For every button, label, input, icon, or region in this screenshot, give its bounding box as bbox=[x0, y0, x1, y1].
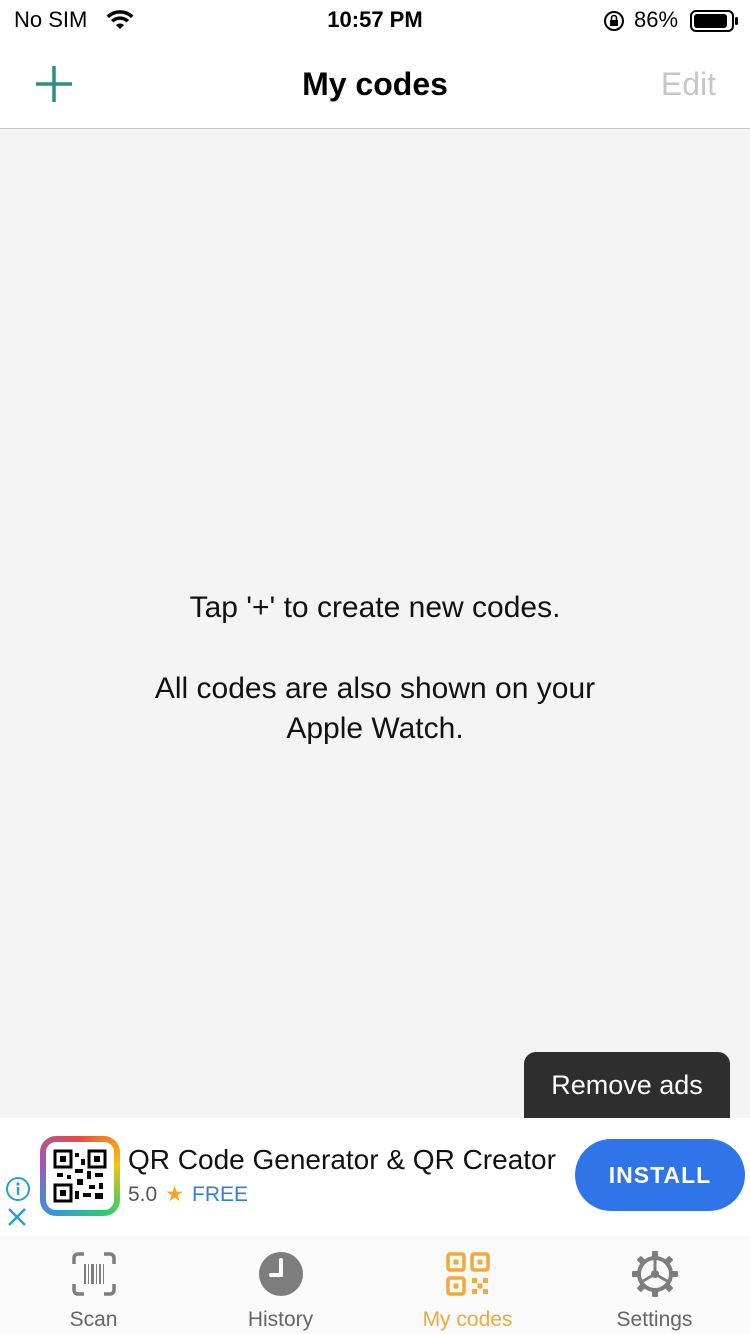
star-icon: ★ bbox=[165, 1183, 185, 1206]
ad-app-name[interactable]: QR Code Generator & QR Creator bbox=[128, 1144, 556, 1176]
battery-icon bbox=[690, 9, 740, 38]
page-title: My codes bbox=[302, 66, 448, 102]
tab-scan[interactable]: Scan bbox=[0, 1236, 187, 1334]
ad-close-icon[interactable] bbox=[6, 1206, 28, 1233]
ad-rating-row: 5.0 ★ FREE bbox=[128, 1182, 248, 1207]
tab-bar: Scan History My codes Settings bbox=[0, 1236, 750, 1334]
edit-button[interactable]: Edit bbox=[661, 66, 716, 103]
ad-banner[interactable]: QR Code Generator & QR Creator 5.0 ★ FRE… bbox=[0, 1118, 750, 1236]
ad-app-icon[interactable] bbox=[40, 1136, 120, 1216]
tab-settings-label: Settings bbox=[616, 1308, 693, 1331]
empty-state-hint: Tap '+' to create new codes. bbox=[189, 591, 561, 624]
tab-my-codes-label: My codes bbox=[422, 1308, 513, 1331]
battery-percent: 86% bbox=[634, 7, 679, 32]
ad-price: FREE bbox=[192, 1182, 249, 1206]
qr-code-icon bbox=[445, 1252, 490, 1296]
ad-info-icon[interactable] bbox=[5, 1176, 31, 1207]
empty-state-area: Tap '+' to create new codes. All codes a… bbox=[0, 129, 750, 1119]
orientation-lock-icon bbox=[602, 9, 626, 38]
qr-code-icon bbox=[53, 1149, 107, 1203]
tab-history-label: History bbox=[247, 1308, 314, 1331]
apple-watch-note: All codes are also shown on your Apple W… bbox=[154, 672, 596, 745]
clock-icon bbox=[258, 1252, 303, 1296]
tab-my-codes[interactable]: My codes bbox=[374, 1236, 561, 1334]
remove-ads-button[interactable]: Remove ads bbox=[524, 1052, 730, 1118]
tab-history[interactable]: History bbox=[187, 1236, 374, 1334]
ad-rating: 5.0 bbox=[128, 1182, 158, 1206]
tab-settings[interactable]: Settings bbox=[561, 1236, 748, 1334]
barcode-scan-icon bbox=[71, 1252, 116, 1296]
gear-icon bbox=[631, 1251, 678, 1297]
tab-scan-label: Scan bbox=[69, 1308, 118, 1331]
install-button[interactable]: INSTALL bbox=[575, 1139, 745, 1211]
navigation-bar: My codes Edit bbox=[0, 44, 750, 129]
status-bar: No SIM 10:57 PM 86% bbox=[0, 0, 750, 44]
